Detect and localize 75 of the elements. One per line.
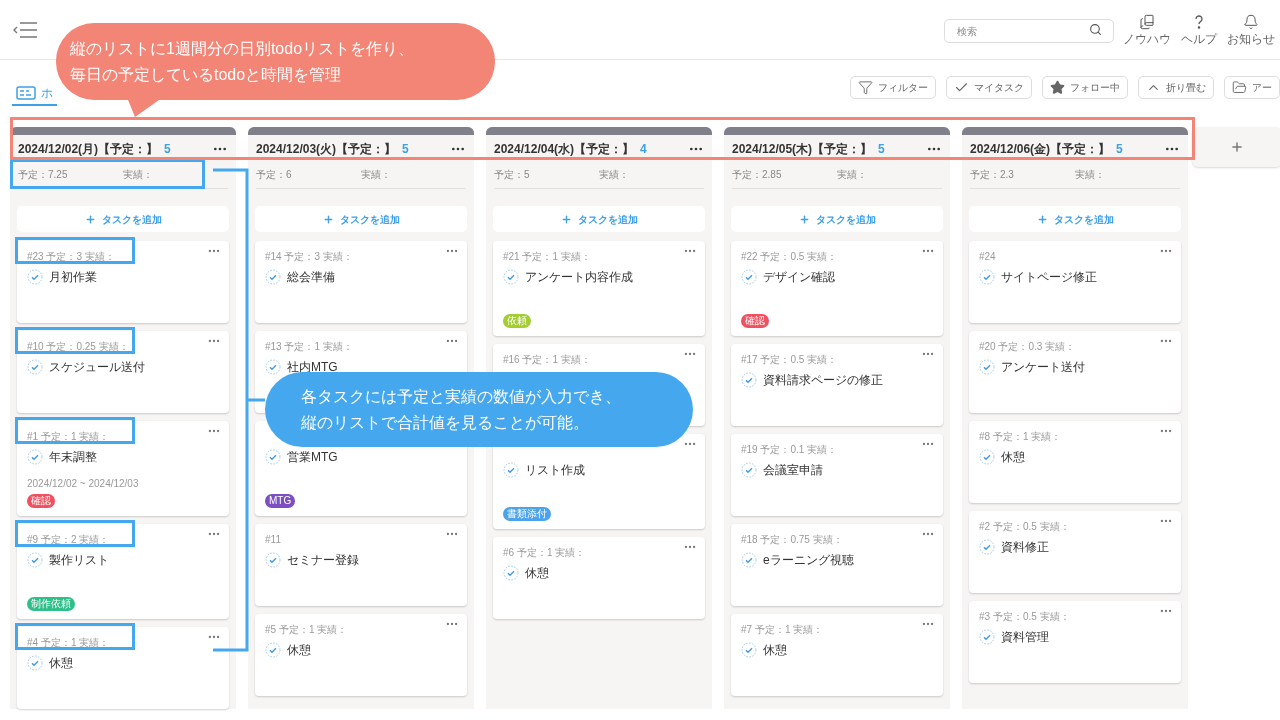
task-title: アンケート送付 xyxy=(1001,359,1085,376)
task-meta: #11 xyxy=(265,535,281,545)
task-tag: 確認 xyxy=(741,314,769,328)
task-meta: #6 予定：1 実績： xyxy=(503,548,586,558)
task-meta: #14 予定：3 実績： xyxy=(265,252,353,262)
callout-text: 縦のリストに1週間分の日別todoリストを作り、 xyxy=(70,38,416,59)
task-count: 5 xyxy=(1116,141,1123,158)
column-title: 2024/12/05(木)【予定：】 xyxy=(732,141,873,158)
planned-total: 予定：6 xyxy=(256,168,293,182)
task-count: 5 xyxy=(402,141,409,158)
actual-total: 実績： xyxy=(599,168,629,182)
task-meta: #3 予定：0.5 実績： xyxy=(979,612,1070,622)
task-tag: 確認 xyxy=(27,494,55,508)
task-count: 5 xyxy=(164,141,171,158)
planned-total: 予定：5 xyxy=(494,168,531,182)
actual-total: 実績： xyxy=(123,168,153,182)
task-title: 資料修正 xyxy=(1001,539,1049,556)
task-date-range: 2024/12/02 ~ 2024/12/03 xyxy=(27,477,139,491)
task-meta: #8 予定：1 実績： xyxy=(979,432,1062,442)
column-title: 2024/12/04(水)【予定：】 xyxy=(494,141,635,158)
task-title: eラーニング視聴 xyxy=(763,552,854,569)
task-meta: #7 予定：1 実績： xyxy=(741,625,824,635)
task-meta: #21 予定：1 実績： xyxy=(503,252,591,262)
planned-total: 予定：2.85 xyxy=(732,168,783,182)
task-title: 年末調整 xyxy=(49,449,97,466)
task-title: 総会準備 xyxy=(287,269,335,286)
task-count: 4 xyxy=(640,141,647,158)
task-title: アンケート内容作成 xyxy=(525,269,633,286)
task-meta: #2 予定：0.5 実績： xyxy=(979,522,1070,532)
task-meta: #10 予定：0.25 実績： xyxy=(27,342,129,352)
task-meta: #19 予定：0.1 実績： xyxy=(741,445,838,455)
task-meta: #17 予定：0.5 実績： xyxy=(741,355,838,365)
task-tag: 制作依頼 xyxy=(27,597,75,611)
task-title: 休憩 xyxy=(525,565,549,582)
task-meta: #1 予定：1 実績： xyxy=(27,432,110,442)
task-title: 休憩 xyxy=(287,642,311,659)
task-meta: #20 予定：0.3 実績： xyxy=(979,342,1076,352)
task-title: 休憩 xyxy=(49,655,73,672)
actual-total: 実績： xyxy=(1075,168,1105,182)
task-title: リスト作成 xyxy=(525,462,585,479)
column-title: 2024/12/02(月)【予定：】 xyxy=(18,141,159,158)
task-title: 社内MTG xyxy=(287,359,338,376)
callout-text: 毎日の予定しているtodoと時間を管理 xyxy=(70,64,343,85)
task-title: デザイン確認 xyxy=(763,269,835,286)
task-tag: 依頼 xyxy=(503,314,531,328)
planned-total: 予定：2.3 xyxy=(970,168,1015,182)
task-tag: 書類添付 xyxy=(503,507,551,521)
task-meta: #13 予定：1 実績： xyxy=(265,342,353,352)
task-meta: #18 予定：0.75 実績： xyxy=(741,535,843,545)
task-title: 月初作業 xyxy=(49,269,97,286)
callout-text: 各タスクには予定と実績の数値が入力でき、 xyxy=(301,386,622,407)
task-meta: #9 予定：2 実績： xyxy=(27,535,110,545)
task-meta: #16 予定：1 実績： xyxy=(503,355,591,365)
task-title: 資料管理 xyxy=(1001,629,1049,646)
task-title: セミナー登録 xyxy=(287,552,359,569)
actual-total: 実績： xyxy=(837,168,867,182)
column-title: 2024/12/03(火)【予定：】 xyxy=(256,141,397,158)
task-title: 会議室申請 xyxy=(763,462,823,479)
task-meta: #23 予定：3 実績： xyxy=(27,252,115,262)
planned-total: 予定：7.25 xyxy=(18,168,69,182)
task-title: 休憩 xyxy=(1001,449,1025,466)
task-meta: #5 予定：1 実績： xyxy=(265,625,348,635)
task-title: 休憩 xyxy=(763,642,787,659)
task-count: 5 xyxy=(878,141,885,158)
task-title: 製作リスト xyxy=(49,552,109,569)
task-title: スケジュール送付 xyxy=(49,359,145,376)
task-tag: MTG xyxy=(265,494,296,508)
task-meta: #24 xyxy=(979,252,996,262)
task-title: 営業MTG xyxy=(287,449,338,466)
column-title: 2024/12/06(金)【予定：】 xyxy=(970,141,1111,158)
task-meta: #4 予定：1 実績： xyxy=(27,638,110,648)
task-meta: #22 予定：0.5 実績： xyxy=(741,252,838,262)
actual-total: 実績： xyxy=(361,168,391,182)
task-title: サイトページ修正 xyxy=(1001,269,1097,286)
task-title: 資料請求ページの修正 xyxy=(763,372,883,389)
